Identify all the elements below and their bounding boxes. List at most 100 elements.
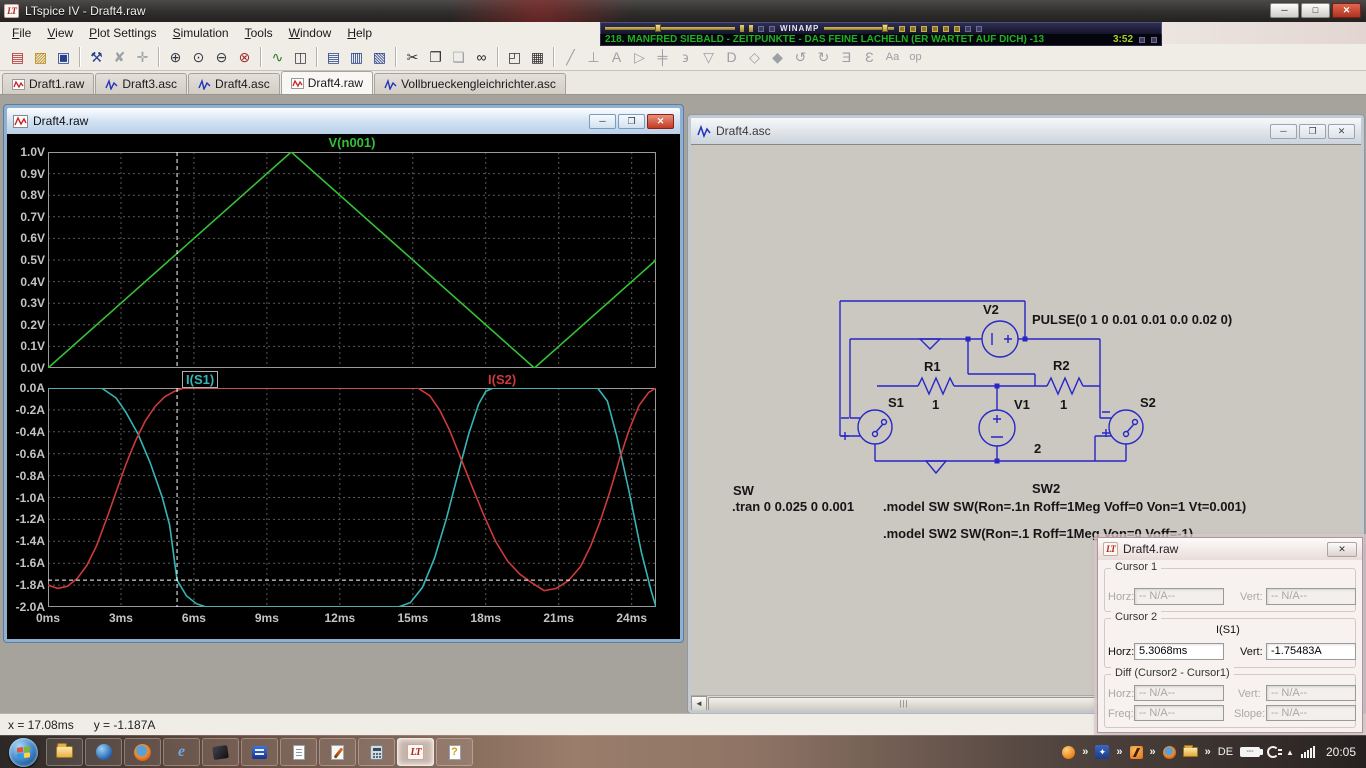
taskbar-app-notepad[interactable] — [280, 738, 317, 766]
winamp-balance-tick[interactable] — [749, 25, 753, 32]
taskbar-app-internet-explorer[interactable]: e — [163, 738, 200, 766]
winamp-eject-button[interactable] — [954, 26, 960, 32]
winamp-play-button[interactable] — [910, 26, 916, 32]
hidden-icons-arrow-icon[interactable]: ▲ — [1286, 748, 1294, 757]
winamp-mini-button-2[interactable] — [1151, 37, 1157, 43]
tray-folder-icon[interactable] — [1183, 747, 1198, 757]
battery-icon[interactable]: --- — [1240, 747, 1260, 757]
winamp-shade-button[interactable] — [965, 26, 971, 32]
cursor-dialog-close-button[interactable]: ✕ — [1327, 542, 1357, 557]
asc-close-button[interactable]: ✕ — [1328, 124, 1355, 139]
taskbar-app-media-app[interactable] — [241, 738, 278, 766]
scrollbar-thumb[interactable]: ||| — [708, 697, 1100, 710]
tab-draft3-asc[interactable]: Draft3.asc — [95, 73, 187, 94]
tile-horizontal-icon[interactable]: ▤ — [322, 46, 345, 68]
toolbar-overflow-icon[interactable]: » — [1205, 746, 1211, 758]
label-r2-value[interactable]: 1 — [1060, 397, 1067, 412]
new-plot-icon[interactable]: ▤ — [6, 46, 29, 68]
diff-vert-field[interactable]: -- N/A-- — [1266, 685, 1356, 701]
plot-settings-icon[interactable]: ◫ — [289, 46, 312, 68]
taskbar-app-dark-app[interactable] — [202, 738, 239, 766]
run-icon[interactable]: ⚒ — [85, 46, 108, 68]
winamp-pause-button[interactable] — [921, 26, 927, 32]
taskbar-app-help-viewer[interactable]: ? — [436, 738, 473, 766]
close-button[interactable]: ✕ — [1332, 3, 1361, 18]
menu-item-window[interactable]: Window — [281, 24, 340, 42]
taskbar-app-firefox[interactable] — [124, 738, 161, 766]
menu-item-help[interactable]: Help — [339, 24, 380, 42]
tray-firefox-icon[interactable] — [1163, 746, 1176, 759]
maximize-button[interactable]: □ — [1301, 3, 1330, 18]
zoom-in-icon[interactable]: ⊕ — [164, 46, 187, 68]
label-sw[interactable]: SW — [733, 483, 754, 498]
cascade-icon[interactable]: ▧ — [368, 46, 391, 68]
copy-icon[interactable]: ❐ — [424, 46, 447, 68]
wave-close-button[interactable]: ✕ — [647, 114, 674, 129]
wave-restore-button[interactable]: ❐ — [618, 114, 645, 129]
start-button[interactable] — [9, 738, 38, 767]
wave-pane-bottom[interactable] — [48, 388, 656, 607]
asc-restore-button[interactable]: ❐ — [1299, 124, 1326, 139]
taskbar-app-windows-explorer[interactable] — [46, 738, 83, 766]
tab-draft1-raw[interactable]: Draft1.raw — [2, 73, 94, 94]
taskbar-app-ltspice[interactable]: LT — [397, 738, 434, 766]
menu-item-tools[interactable]: Tools — [237, 24, 281, 42]
label-v2[interactable]: V2 — [983, 302, 999, 317]
trace-label-is2[interactable]: I(S2) — [488, 372, 516, 387]
trace-title-vn001[interactable]: V(n001) — [48, 135, 656, 150]
winamp-volume-slider[interactable] — [824, 27, 894, 30]
menu-item-plot-settings[interactable]: Plot Settings — [81, 24, 164, 42]
taskbar-clock[interactable]: 20:05 — [1326, 745, 1356, 759]
network-signal-icon[interactable] — [1301, 746, 1315, 758]
diff-freq-field[interactable]: -- N/A-- — [1134, 705, 1224, 721]
winamp-mini-button-1[interactable] — [1139, 37, 1145, 43]
label-r2[interactable]: R2 — [1053, 358, 1070, 373]
taskbar-app-paint[interactable] — [319, 738, 356, 766]
toolbar-overflow-icon[interactable]: » — [1150, 746, 1156, 758]
label-model-sw[interactable]: .model SW SW(Ron=.1n Roff=1Meg Voff=0 Vo… — [883, 499, 1246, 514]
label-v1-value[interactable]: 2 — [1034, 441, 1041, 456]
zoom-full-icon[interactable]: ⊗ — [233, 46, 256, 68]
tray-starburst-app-icon[interactable]: ✦ — [1095, 745, 1109, 759]
winamp-stop-button[interactable] — [932, 26, 938, 32]
zoom-region-icon[interactable]: ⊙ — [187, 46, 210, 68]
autorange-icon[interactable]: ∿ — [266, 46, 289, 68]
wave-pane-top[interactable] — [48, 152, 656, 368]
tile-vertical-icon[interactable]: ▥ — [345, 46, 368, 68]
taskbar-app-blue-round-app[interactable] — [85, 738, 122, 766]
tray-orange-app-icon[interactable] — [1062, 746, 1075, 759]
tab-draft4-raw[interactable]: Draft4.raw — [281, 71, 373, 94]
tab-draft4-asc[interactable]: Draft4.asc — [188, 73, 280, 94]
label-sw2[interactable]: SW2 — [1032, 481, 1060, 496]
winamp-next-button[interactable] — [943, 26, 949, 32]
toolbar-overflow-icon[interactable]: » — [1116, 746, 1122, 758]
winamp-close-button[interactable] — [769, 26, 775, 32]
label-tran-directive[interactable]: .tran 0 0.025 0 0.001 — [732, 499, 854, 514]
find-icon[interactable]: ∞ — [470, 46, 493, 68]
winamp-prev-button[interactable] — [899, 26, 905, 32]
schematic-window-titlebar[interactable]: Draft4.asc ─ ❐ ✕ — [691, 118, 1361, 144]
label-s1[interactable]: S1 — [888, 395, 904, 410]
cursor-dialog-titlebar[interactable]: LT Draft4.raw ✕ — [1098, 538, 1362, 560]
language-indicator[interactable]: DE — [1218, 746, 1233, 758]
toolbar-overflow-icon[interactable]: » — [1082, 746, 1088, 758]
winamp-menu-button[interactable] — [758, 26, 764, 32]
power-plug-icon[interactable] — [1267, 746, 1279, 758]
zoom-out-icon[interactable]: ⊖ — [210, 46, 233, 68]
winamp-main-bar[interactable]: WINAMP — [600, 22, 1162, 34]
winamp-volume-tick[interactable] — [740, 25, 744, 32]
winamp-seek-slider[interactable] — [605, 27, 735, 30]
cursor1-horz-field[interactable]: -- N/A-- — [1134, 588, 1224, 605]
diff-slope-field[interactable]: -- N/A-- — [1266, 705, 1356, 721]
asc-minimize-button[interactable]: ─ — [1270, 124, 1297, 139]
wave-plot-area[interactable]: V(n001) I(S1) I(S2) 1.0V0.9V0.8V0.7V0.6V… — [7, 134, 680, 639]
wave-minimize-button[interactable]: ─ — [589, 114, 616, 129]
diff-horz-field[interactable]: -- N/A-- — [1134, 685, 1224, 701]
label-s2[interactable]: S2 — [1140, 395, 1156, 410]
save-icon[interactable]: ▣ — [52, 46, 75, 68]
open-icon[interactable]: ▨ — [29, 46, 52, 68]
cursor2-horz-field[interactable]: 5.3068ms — [1134, 643, 1224, 660]
taskbar-app-calculator[interactable] — [358, 738, 395, 766]
minimize-button[interactable]: ─ — [1270, 3, 1299, 18]
menu-item-view[interactable]: View — [39, 24, 81, 42]
